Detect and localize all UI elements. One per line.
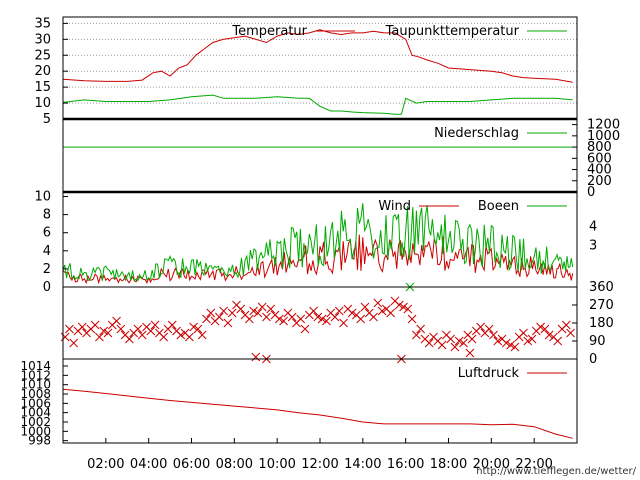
y-tick-label: 30 bbox=[34, 32, 51, 47]
y-tick-label: 8 bbox=[43, 208, 51, 223]
source-url: http://www.tiefflegen.de/wetter/ bbox=[476, 466, 636, 477]
y-tick-label: 35 bbox=[34, 16, 51, 31]
weather-chart: 5101520253035020040060080010001200024681… bbox=[0, 0, 640, 480]
legend-label: Luftdruck bbox=[458, 366, 520, 381]
x-tick-label: 18:00 bbox=[430, 457, 467, 472]
x-tick-label: 10:00 bbox=[258, 457, 295, 472]
y-tick-label-right: 270 bbox=[589, 298, 614, 313]
y-tick-label: 1014 bbox=[20, 359, 51, 373]
y-tick-label: 4 bbox=[43, 244, 51, 259]
legend-label: Taupunkttemperatur bbox=[385, 24, 520, 39]
y2-tick-label: 3 bbox=[589, 238, 597, 253]
y-tick-label: 1200 bbox=[587, 118, 620, 133]
legend-label: Temperatur bbox=[231, 24, 307, 39]
y-tick-label: 0 bbox=[43, 280, 51, 295]
x-tick-label: 16:00 bbox=[387, 457, 424, 472]
x-tick-label: 06:00 bbox=[173, 457, 210, 472]
x-tick-label: 14:00 bbox=[344, 457, 381, 472]
y-tick-label-right: 0 bbox=[589, 352, 597, 367]
x-tick-label: 12:00 bbox=[301, 457, 338, 472]
y-tick-label-right: 90 bbox=[589, 334, 606, 349]
y-tick-label: 20 bbox=[34, 64, 51, 79]
legend-label: Niederschlag bbox=[434, 126, 519, 141]
x-tick-label: 04:00 bbox=[130, 457, 167, 472]
y-tick-label: 10 bbox=[34, 96, 51, 111]
y-tick-label: 2 bbox=[43, 262, 51, 277]
legend-label: Wind bbox=[378, 199, 411, 214]
y-tick-label: 5 bbox=[43, 112, 51, 127]
y-tick-label-right: 180 bbox=[589, 316, 614, 331]
x-tick-label: 08:00 bbox=[216, 457, 253, 472]
chart-background bbox=[0, 0, 640, 480]
y-tick-label: 15 bbox=[34, 80, 51, 95]
x-tick-label: 02:00 bbox=[87, 457, 124, 472]
y-tick-label-right: 360 bbox=[589, 280, 614, 295]
y-tick-label: 6 bbox=[43, 226, 51, 241]
y-tick-label: 25 bbox=[34, 48, 51, 63]
legend-label: Boeen bbox=[478, 199, 519, 214]
y-tick-label: 10 bbox=[34, 190, 51, 205]
y2-tick-label: 4 bbox=[589, 219, 597, 234]
